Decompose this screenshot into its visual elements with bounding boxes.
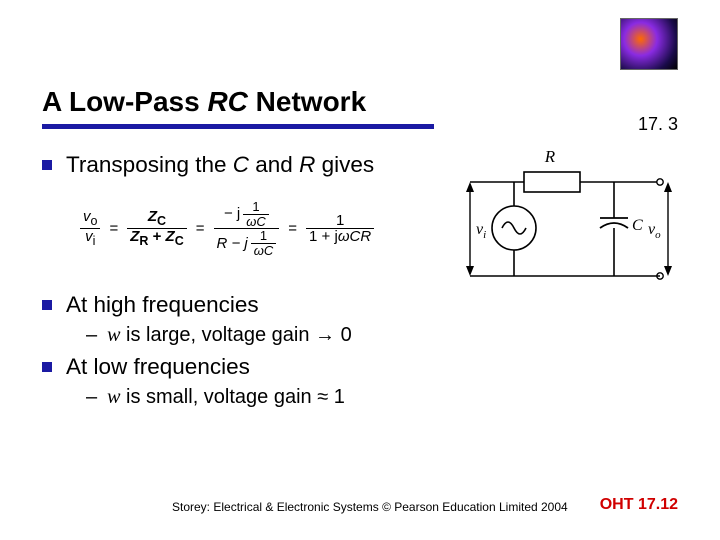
bullet-2-block: At high frequencies – w is large, voltag…: [42, 292, 678, 351]
footer: Storey: Electrical & Electronic Systems …: [0, 496, 720, 514]
sub-2-text: w is large, voltage gain → 0: [107, 324, 352, 347]
svg-text:R: R: [544, 148, 556, 166]
copyright: Storey: Electrical & Electronic Systems …: [172, 500, 568, 514]
bullet-icon: [42, 160, 52, 170]
frac-zc-zrzc: ZC ZR + ZC: [127, 209, 187, 248]
sub-3: – w is small, voltage gain ≈ 1: [86, 386, 678, 409]
publisher-logo: [620, 18, 678, 70]
section-number: 17. 3: [638, 114, 678, 135]
equation: vo vi = ZC ZR + ZC = − j 1 ωC R − j 1 ωC…: [80, 200, 374, 258]
svg-text:vi: vi: [476, 221, 486, 241]
circuit-diagram: R vi C vo: [446, 148, 678, 298]
bullet-icon: [42, 300, 52, 310]
bullet-2: At high frequencies: [42, 292, 678, 318]
frac-mid: − j 1 ωC R − j 1 ωC: [214, 200, 280, 258]
title-rule: [42, 124, 434, 129]
bullet-3-text: At low frequencies: [66, 354, 250, 380]
title-rc: RC: [207, 86, 247, 117]
sub-3-text: w is small, voltage gain ≈ 1: [107, 386, 345, 409]
dash-icon: –: [86, 324, 97, 347]
page-title: A Low-Pass RC Network: [42, 86, 678, 118]
bullet-2-text: At high frequencies: [66, 292, 259, 318]
bullet-3-block: At low frequencies – w is small, voltage…: [42, 354, 678, 413]
title-bar: A Low-Pass RC Network 17. 3: [42, 86, 678, 118]
dash-icon: –: [86, 386, 97, 409]
title-text-pre: A Low-Pass: [42, 86, 207, 117]
title-text-post: Network: [248, 86, 366, 117]
svg-text:C: C: [632, 217, 643, 234]
bullet-3: At low frequencies: [42, 354, 678, 380]
bullet-1-text: Transposing the C and R gives: [66, 152, 374, 178]
sub-2: – w is large, voltage gain → 0: [86, 324, 678, 347]
slide-number: OHT 17.12: [600, 496, 678, 514]
bullet-icon: [42, 362, 52, 372]
svg-text:vo: vo: [648, 221, 661, 241]
frac-final: 1 1 + jωCR: [306, 213, 374, 246]
frac-vo-vi: vo vi: [80, 209, 100, 248]
